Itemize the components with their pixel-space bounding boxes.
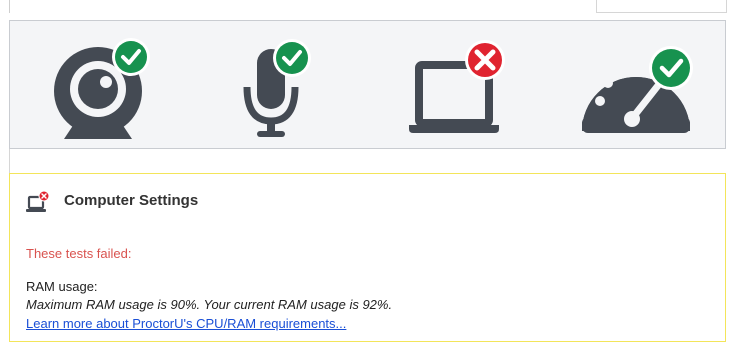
- laptop-icon: [409, 40, 505, 133]
- computer-settings-panel: Computer Settings These tests failed: RA…: [9, 173, 726, 342]
- speedometer-icon: [582, 46, 693, 133]
- test-detail: Maximum RAM usage is 90%. Your current R…: [26, 297, 393, 312]
- settings-title: Computer Settings: [64, 192, 199, 209]
- failed-tests-label: These tests failed:: [26, 246, 132, 261]
- computer-status: [405, 21, 515, 150]
- top-strip: [0, 0, 739, 13]
- pass-check-icon: [652, 49, 690, 87]
- microphone-status: [235, 21, 335, 150]
- divider: [9, 149, 10, 173]
- equipment-check-panel: [9, 20, 726, 149]
- webcam-status: [40, 21, 180, 150]
- test-name: RAM usage:: [26, 279, 98, 294]
- divider: [9, 0, 10, 13]
- pass-check-icon: [276, 42, 308, 74]
- webcam-icon: [54, 38, 150, 139]
- speed-status: [578, 21, 718, 150]
- pass-check-icon: [115, 41, 147, 73]
- divider: [596, 12, 727, 13]
- laptop-fail-icon: [26, 190, 50, 212]
- cpu-ram-requirements-link[interactable]: Learn more about ProctorU's CPU/RAM requ…: [26, 316, 346, 331]
- microphone-icon: [243, 39, 311, 137]
